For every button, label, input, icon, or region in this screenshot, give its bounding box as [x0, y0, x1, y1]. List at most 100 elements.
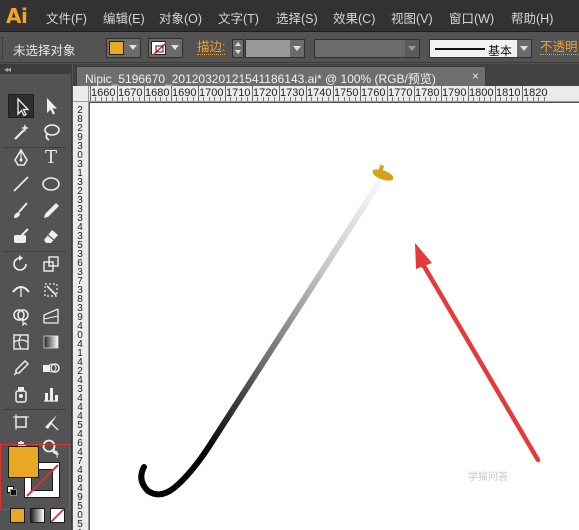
ruler-subtick — [435, 97, 437, 101]
rotate-tool[interactable] — [8, 252, 34, 276]
menu-file[interactable]: 文件(F) — [46, 8, 87, 27]
fill-color-dropdown[interactable] — [106, 38, 141, 58]
menu-effect[interactable]: 效果(C) — [333, 8, 375, 27]
gradient-mode-button[interactable] — [30, 508, 45, 523]
document-tab[interactable]: Nipic_5196670_20120320121541186143.ai* @… — [76, 66, 486, 86]
close-icon[interactable]: × — [472, 69, 479, 83]
menu-select[interactable]: 选择(S) — [276, 8, 318, 27]
chevron-down-icon[interactable] — [290, 40, 304, 57]
ruler-subtick — [273, 97, 275, 101]
pen-tool[interactable] — [8, 146, 34, 170]
direct-selection-tool[interactable] — [38, 94, 64, 118]
paintbrush-tool[interactable] — [8, 198, 34, 222]
ellipse-tool[interactable] — [38, 172, 64, 196]
chevron-down-icon — [171, 45, 179, 50]
ruler-subtick — [451, 97, 453, 101]
column-graph-icon — [44, 388, 58, 402]
menu-help[interactable]: 帮助(H) — [511, 8, 553, 27]
selection-arrow-icon — [17, 97, 30, 117]
gradient-icon — [43, 335, 59, 349]
free-transform-tool[interactable] — [38, 278, 64, 302]
magic-wand-icon — [14, 124, 29, 140]
ruler-subtick — [262, 97, 264, 101]
pencil-tool[interactable] — [38, 198, 64, 222]
ruler-subtick — [419, 97, 421, 101]
menu-object[interactable]: 对象(O) — [159, 8, 202, 27]
blend-icon — [43, 363, 60, 373]
ruler-subtick — [257, 97, 259, 101]
none-slash-icon — [50, 508, 65, 523]
mesh-tool[interactable] — [8, 330, 34, 354]
menu-window[interactable]: 窗口(W) — [449, 8, 494, 27]
ruler-subtick — [462, 97, 464, 101]
horizontal-ruler[interactable]: 1660 1670 1680 1690 1700 1710 1720 1730 1740 1750… — [73, 86, 579, 102]
gradient-tool[interactable] — [38, 330, 64, 354]
free-transform-icon — [44, 283, 58, 297]
menu-view[interactable]: 视图(V) — [391, 8, 433, 27]
stroke-label[interactable]: 描边: — [197, 40, 226, 55]
ruler-subtick — [489, 97, 491, 101]
ruler-subtick — [532, 97, 534, 101]
pencil-icon — [44, 203, 59, 218]
pen-icon — [14, 148, 28, 166]
column-graph-tool[interactable] — [38, 382, 64, 406]
selection-tool[interactable] — [8, 94, 34, 118]
tools-panel-header[interactable]: ◂◂ — [0, 64, 72, 74]
variable-width-profile-dropdown[interactable] — [314, 39, 420, 58]
type-tool[interactable]: T — [38, 146, 64, 170]
slice-tool[interactable] — [38, 410, 64, 434]
scale-tool[interactable] — [38, 252, 64, 276]
swap-fill-stroke-icon[interactable]: ↰ — [50, 447, 60, 461]
ruler-subtick — [187, 97, 189, 101]
chevron-down-icon — [405, 40, 419, 57]
blob-brush-tool[interactable] — [8, 224, 34, 248]
stroke-weight-field[interactable] — [245, 39, 305, 58]
line-segment-tool[interactable] — [8, 172, 34, 196]
symbol-sprayer-tool[interactable] — [8, 382, 34, 406]
brush-definition-dropdown[interactable]: 基本 — [429, 39, 532, 58]
ruler-subtick — [149, 97, 151, 101]
ruler-subtick — [365, 97, 367, 101]
stroke-weight-stepper[interactable] — [232, 39, 244, 58]
ruler-subtick — [370, 97, 372, 101]
shape-builder-tool[interactable] — [8, 304, 34, 328]
artboard-tool[interactable] — [8, 410, 34, 434]
width-icon — [12, 286, 30, 297]
eyedropper-tool[interactable] — [8, 356, 34, 380]
ruler-subtick — [122, 97, 124, 101]
ruler-subtick — [235, 97, 237, 101]
color-mode-row — [0, 508, 72, 530]
magic-wand-tool[interactable] — [8, 120, 34, 144]
perspective-grid-tool[interactable] — [38, 304, 64, 328]
eraser-tool[interactable] — [38, 224, 64, 248]
ruler-subtick — [327, 97, 329, 101]
fill-color-box[interactable] — [8, 446, 39, 478]
menu-type[interactable]: 文字(T) — [218, 8, 259, 27]
opacity-label[interactable]: 不透明 — [540, 40, 578, 55]
ruler-subtick — [484, 97, 486, 101]
ruler-subtick — [284, 97, 286, 101]
vertical-ruler[interactable]: 2829303132333435363738394041424344454647… — [73, 102, 89, 530]
ruler-subtick — [295, 97, 297, 101]
color-mode-button[interactable] — [10, 508, 25, 523]
selection-status: 未选择对象 — [13, 44, 76, 58]
cane-shaft[interactable] — [138, 172, 387, 498]
ruler-subtick — [219, 97, 221, 101]
ruler-origin[interactable] — [73, 86, 89, 102]
width-tool[interactable] — [8, 278, 34, 302]
chevron-down-icon — [129, 45, 137, 50]
blend-tool[interactable] — [38, 356, 64, 380]
panel-grip[interactable] — [2, 37, 5, 59]
none-mode-button[interactable] — [50, 508, 65, 523]
collapse-icon[interactable]: ◂◂ — [4, 65, 11, 74]
lasso-tool[interactable] — [38, 120, 64, 144]
blob-brush-icon — [14, 228, 29, 243]
ruler-subtick — [133, 97, 135, 101]
menu-edit[interactable]: 编辑(E) — [103, 8, 145, 27]
ruler-subtick — [268, 97, 270, 101]
ruler-subtick — [538, 97, 540, 101]
eyedropper-icon — [13, 359, 30, 376]
artboard-canvas[interactable] — [90, 103, 579, 530]
stroke-color-dropdown[interactable] — [148, 38, 183, 58]
default-colors-icon[interactable] — [7, 486, 17, 496]
